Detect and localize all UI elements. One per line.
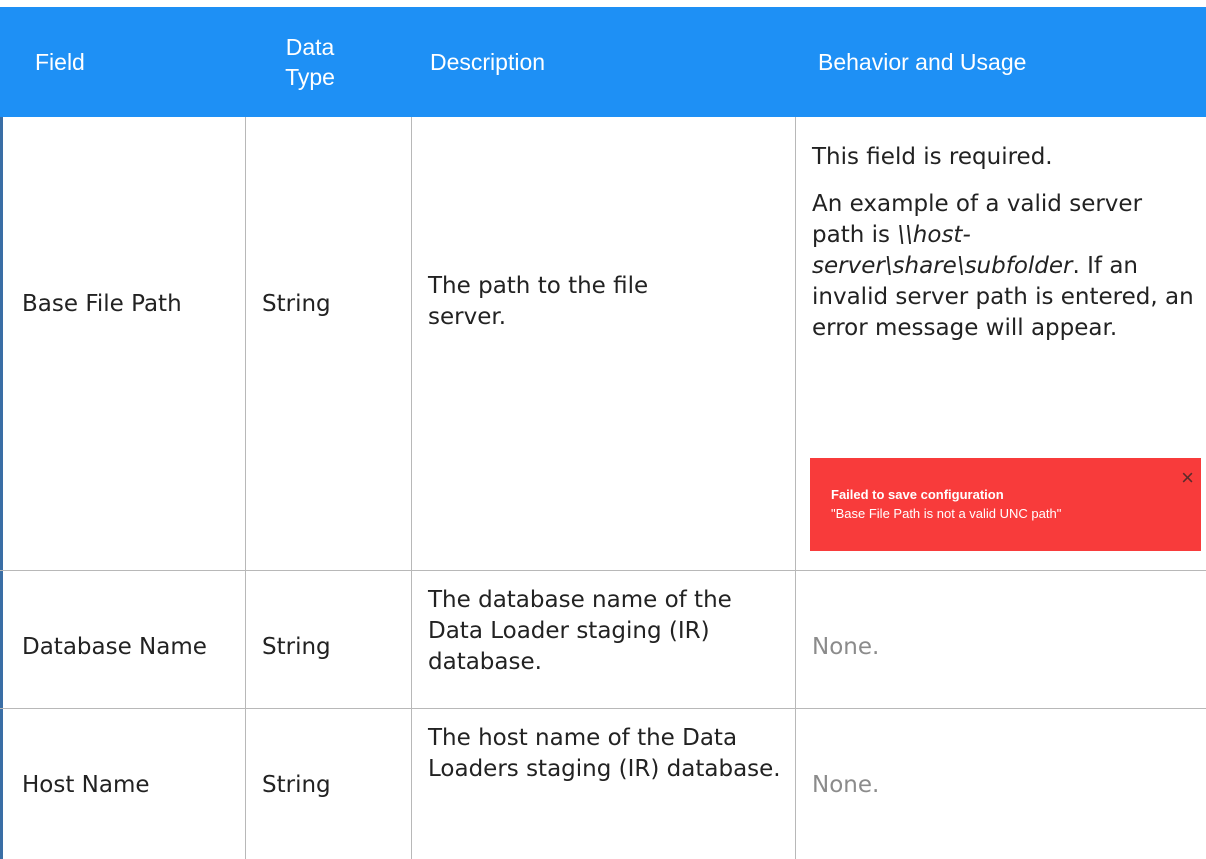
header-field: Field [35,49,85,75]
behavior-example-before: An example of a valid server path is [812,191,1143,248]
toast-title: Failed to save configuration [831,487,1004,502]
cell-field: Database Name [22,634,207,660]
cell-data-type: String [262,291,331,317]
row-divider [0,570,1206,571]
table-header: Field Data Type Description Behavior and… [0,7,1206,117]
cell-field: Base File Path [22,291,182,317]
column-divider [795,117,796,859]
header-data-type: Data Type [285,34,335,90]
cell-behavior: None. [812,634,880,660]
cell-behavior: This field is required. An example of a … [812,142,1196,360]
toast-message: "Base File Path is not a valid UNC path" [831,506,1062,521]
description-text: The database name of the Data Loader sta… [428,587,732,675]
header-description: Description [430,49,546,75]
fields-table: Field Data Type Description Behavior and… [0,0,1206,859]
behavior-example-text: An example of a valid server path is \\h… [812,189,1196,344]
header-behavior: Behavior and Usage [818,49,1027,75]
description-text: The host name of the Data Loaders stagin… [428,725,781,782]
row-divider [0,708,1206,709]
description-text: The path to the file server. [428,273,649,330]
cell-data-type: String [262,634,331,660]
cell-description: The host name of the Data Loaders stagin… [428,723,790,785]
column-divider [411,117,412,859]
behavior-required-text: This field is required. [812,144,1053,170]
table-left-border [0,117,3,859]
cell-field: Host Name [22,772,150,798]
cell-description: The path to the file server. [428,271,728,333]
close-icon[interactable]: × [1181,467,1194,489]
cell-description: The database name of the Data Loader sta… [428,585,790,678]
error-toast: Failed to save configuration "Base File … [810,458,1201,551]
column-divider [245,117,246,859]
cell-data-type: String [262,772,331,798]
cell-behavior: None. [812,772,880,798]
